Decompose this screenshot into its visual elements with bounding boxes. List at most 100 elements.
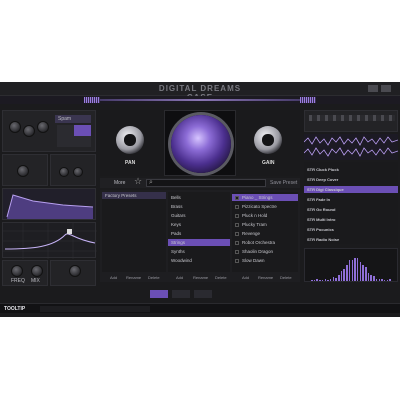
sample-item[interactable]: STR Cluck Pluck — [307, 167, 339, 172]
spectrum-bar — [356, 258, 359, 281]
sample-item[interactable]: STR Go Round — [307, 207, 335, 212]
favorite-star-icon[interactable]: ☆ — [134, 177, 142, 187]
preset-item[interactable]: Robot Orchestra — [242, 240, 275, 245]
mini-knob-1[interactable] — [17, 165, 29, 177]
preset-column: Piano _ Strings Pizzicato Spectre Pluck n … — [232, 192, 298, 272]
spectrum-bar — [370, 275, 372, 281]
preset-item-checkbox[interactable] — [235, 195, 239, 200]
preset-item-checkbox[interactable] — [235, 240, 239, 245]
mix-knob[interactable] — [31, 265, 43, 277]
gain-label: GAIN — [262, 160, 275, 166]
search-icon: ⌕ — [149, 178, 153, 186]
footer-bar: TOOLTIP — [0, 303, 400, 313]
spectrum-bar — [327, 280, 329, 281]
menu-icon[interactable] — [368, 85, 378, 92]
page-button-active[interactable] — [150, 290, 168, 298]
category-item[interactable]: Pads — [171, 231, 181, 236]
page-button-3[interactable] — [194, 290, 212, 298]
category-add-button[interactable]: Add — [176, 275, 183, 280]
mini-panel-left — [2, 154, 48, 186]
preset-item[interactable]: Plucky Tram — [242, 222, 267, 227]
preset-item[interactable]: Pluck n Hold — [242, 213, 267, 218]
bank-rename-button[interactable]: Rename — [126, 275, 141, 280]
spectrum-bar — [321, 280, 324, 281]
envelope-knob-panel: Spam — [2, 110, 96, 152]
sample-wave-svg — [304, 136, 398, 157]
spectrum-bar — [386, 280, 389, 281]
category-rename-button[interactable]: Rename — [193, 275, 208, 280]
preset-item-checkbox[interactable] — [235, 258, 239, 263]
freq-knob[interactable] — [11, 265, 23, 277]
spectrum-bar — [311, 280, 313, 281]
knob-3[interactable] — [37, 121, 49, 133]
category-item[interactable]: Bells — [171, 195, 181, 200]
preset-add-button[interactable]: Add — [242, 275, 249, 280]
sample-item[interactable]: STR Fade In — [307, 197, 330, 202]
category-delete-button[interactable]: Delete — [215, 275, 227, 280]
sample-item[interactable]: STR Deep Cover — [307, 177, 338, 182]
more-button[interactable]: More — [114, 180, 125, 186]
bank-add-button[interactable]: Add — [110, 275, 117, 280]
search-input[interactable]: ⌕ — [146, 178, 266, 187]
preset-item-checkbox[interactable] — [235, 213, 239, 218]
spectrum-bar — [365, 267, 367, 281]
spectrum-bar — [378, 279, 381, 281]
bank-column: Factory Presets — [102, 192, 166, 272]
mode-grid[interactable] — [57, 125, 91, 147]
browser-toolbar: More ☆ ⌕ Save Preset — [100, 177, 300, 188]
filter-handle[interactable] — [67, 229, 72, 234]
preset-item[interactable]: Pizzicato Spectre — [242, 204, 277, 209]
waveform-wave — [100, 99, 300, 101]
sample-tabs[interactable] — [309, 115, 395, 121]
mini-knob-2[interactable] — [59, 167, 69, 177]
extra-knob[interactable] — [69, 265, 81, 277]
sample-header-panel — [304, 110, 398, 132]
category-item[interactable]: Guitars — [171, 213, 186, 218]
mini-panel-right — [50, 154, 96, 186]
settings-icon[interactable] — [381, 85, 391, 92]
preset-item-checkbox[interactable] — [235, 231, 239, 236]
category-item[interactable]: Keys — [171, 222, 181, 227]
sample-item[interactable]: STR Radio Noise — [307, 237, 339, 242]
save-preset-button[interactable]: Save Preset — [270, 180, 297, 186]
preset-item[interactable]: Shaolin Dragon — [242, 249, 273, 254]
pan-knob[interactable] — [116, 126, 144, 154]
browser-action-bar: Add Rename Delete Add Rename Delete Add … — [100, 274, 300, 282]
knob-2[interactable] — [23, 125, 35, 137]
spectrum-bar — [362, 265, 364, 281]
preset-item-checkbox[interactable] — [235, 249, 239, 254]
spectrum-bar — [332, 277, 335, 281]
preset-item-checkbox[interactable] — [235, 222, 239, 227]
spectrum-bar — [375, 279, 378, 281]
gain-knob[interactable] — [254, 126, 282, 154]
visualizer-orb[interactable] — [171, 115, 231, 173]
preset-delete-button[interactable]: Delete — [280, 275, 292, 280]
envelope-curve — [6, 194, 94, 219]
category-item[interactable]: Woodwind — [171, 258, 192, 263]
filter-graph[interactable] — [2, 222, 97, 259]
preset-rename-button[interactable]: Rename — [258, 275, 273, 280]
preset-item-checkbox[interactable] — [235, 204, 239, 209]
page-button-2[interactable] — [172, 290, 190, 298]
spectrum-bar — [373, 276, 375, 281]
category-item[interactable]: Strings — [171, 240, 185, 245]
sample-list: STR Cluck Pluck STR Deep Cover STR Digi Cl… — [304, 162, 398, 244]
preset-item[interactable]: Slow Dawn — [242, 258, 265, 263]
bank-delete-button[interactable]: Delete — [148, 275, 160, 280]
envelope-graph[interactable] — [2, 188, 96, 220]
preset-item[interactable]: Revenge — [242, 231, 260, 236]
page-controls — [150, 290, 250, 298]
mode-dropdown[interactable]: Spam — [55, 115, 91, 123]
mini-knob-3[interactable] — [73, 167, 83, 177]
sample-item[interactable]: STR Multi Intro — [307, 217, 335, 222]
tooltip-label: TOOLTIP — [4, 306, 26, 312]
waveform-strip — [0, 96, 400, 104]
sample-item[interactable]: STR Digi Classique — [307, 187, 344, 192]
preset-item[interactable]: Piano _ Strings — [242, 195, 273, 200]
category-item[interactable]: Brass — [171, 204, 183, 209]
category-item[interactable]: Synths — [171, 249, 185, 254]
sample-item[interactable]: STR Pocunics — [307, 227, 334, 232]
knob-1[interactable] — [9, 121, 21, 133]
spectrum-bar — [348, 260, 351, 281]
bank-item[interactable]: Factory Presets — [105, 193, 137, 198]
